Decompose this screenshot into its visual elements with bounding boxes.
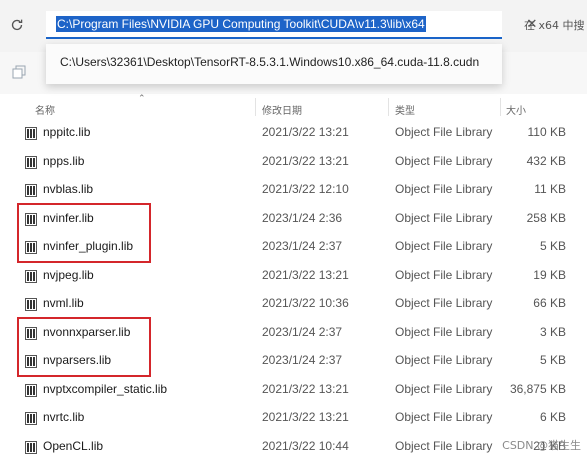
refresh-button[interactable] [6,14,28,36]
file-type: Object File Library [395,210,493,225]
file-type: Object File Library [395,267,493,282]
file-name: OpenCL.lib [43,438,104,453]
file-type: Object File Library [395,153,493,168]
file-size: 66 KB [533,296,566,310]
library-file-icon [25,439,37,454]
column-divider[interactable] [388,98,389,116]
file-name: nvblas.lib [43,182,94,196]
file-size: 432 KB [526,153,566,168]
file-modified-date: 2023/1/24 2:37 [262,353,343,367]
file-modified-date: 2021/3/22 10:36 [262,296,349,310]
file-modified-date: 2021/3/22 12:10 [262,182,349,196]
library-file-icon [25,296,37,311]
file-size: 258 KB [526,210,566,225]
file-row[interactable]: nvrtc.lib 2021/3/22 13:21 Object File Libr… [0,403,587,431]
file-row[interactable]: nvjpeg.lib 2021/3/22 13:21 Object File Lib… [0,261,587,289]
column-header-row: ⌃ 名称 修改日期 类型 大小 [0,94,587,118]
file-type: Object File Library [395,438,493,453]
file-name: nvml.lib [43,296,84,310]
file-size: 11 KB [534,182,566,196]
file-type: Object File Library [395,296,493,310]
file-modified-date: 2023/1/24 2:37 [262,324,343,339]
file-size: 5 KB [539,353,566,367]
file-row[interactable]: nvml.lib 2021/3/22 10:36 Object File Libra… [0,289,587,317]
library-file-icon [25,125,37,140]
library-file-icon [25,154,37,169]
watermark: CSDN @猫生生 [502,439,581,452]
file-name: nvrtc.lib [43,410,85,424]
file-name: nvjpeg.lib [43,267,94,282]
highlight-box [17,316,151,377]
column-divider[interactable] [255,98,256,116]
file-type: Object File Library [395,410,493,424]
column-modified[interactable]: 修改日期 [262,102,302,117]
file-size: 36,875 KB [509,381,566,396]
file-modified-date: 2021/3/22 13:21 [262,381,349,396]
file-modified-date: 2021/3/22 13:21 [262,410,349,424]
file-size: 6 KB [539,410,566,424]
library-file-icon [25,382,37,397]
file-modified-date: 2021/3/22 13:21 [262,153,349,168]
file-size: 110 KB [527,125,566,139]
library-file-icon [25,268,37,283]
copy-icon[interactable] [12,65,26,79]
file-modified-date: 2021/3/22 13:21 [262,267,349,282]
library-file-icon [25,410,37,425]
file-size: 5 KB [539,239,566,253]
column-size[interactable]: 大小 [506,102,526,117]
library-file-icon [25,182,37,197]
file-list: nppitc.lib 2021/3/22 13:21 Object File Lib… [0,118,587,461]
file-modified-date: 2023/1/24 2:36 [262,210,343,225]
file-type: Object File Library [395,125,493,139]
file-modified-date: 2021/3/22 13:21 [262,125,349,139]
file-row[interactable]: nvblas.lib 2021/3/22 12:10 Object File Lib… [0,175,587,203]
column-type[interactable]: 类型 [395,102,415,117]
file-type: Object File Library [395,182,493,196]
file-row[interactable]: nvptxcompiler_static.lib 2021/3/22 13:21 O… [0,375,587,403]
column-divider[interactable] [500,98,501,116]
file-row[interactable]: nppitc.lib 2021/3/22 13:21 Object File Lib… [0,118,587,146]
address-path[interactable]: C:\Program Files\NVIDIA GPU Computing To… [56,16,426,32]
column-name[interactable]: 名称 [35,102,55,117]
file-name: nppitc.lib [43,125,91,139]
address-suggestion[interactable]: C:\Users\32361\Desktop\TensorRT-8.5.3.1.… [46,44,502,84]
file-name: nvptxcompiler_static.lib [43,381,168,396]
refresh-icon [11,19,23,31]
file-size: 3 KB [539,324,566,339]
sort-ascending-icon: ⌃ [138,94,146,104]
file-row[interactable]: npps.lib 2021/3/22 13:21 Object File Libra… [0,147,587,175]
file-row[interactable]: OpenCL.lib 2021/3/22 10:44 Object File Lib… [0,432,587,460]
file-explorer-window: C:\Program Files\NVIDIA GPU Computing To… [0,0,587,461]
search-box-placeholder[interactable]: 在 x64 中搜 [524,17,585,33]
address-input[interactable]: C:\Program Files\NVIDIA GPU Computing To… [46,11,537,39]
file-name: npps.lib [43,153,85,168]
file-type: Object File Library [395,239,493,253]
file-modified-date: 2023/1/24 2:37 [262,239,343,253]
suggestion-path[interactable]: C:\Users\32361\Desktop\TensorRT-8.5.3.1.… [60,55,479,69]
file-type: Object File Library [395,353,493,367]
file-modified-date: 2021/3/22 10:44 [262,438,349,453]
file-size: 19 KB [533,267,566,282]
file-type: Object File Library [395,324,493,339]
highlight-box [17,202,151,263]
file-type: Object File Library [395,381,493,396]
